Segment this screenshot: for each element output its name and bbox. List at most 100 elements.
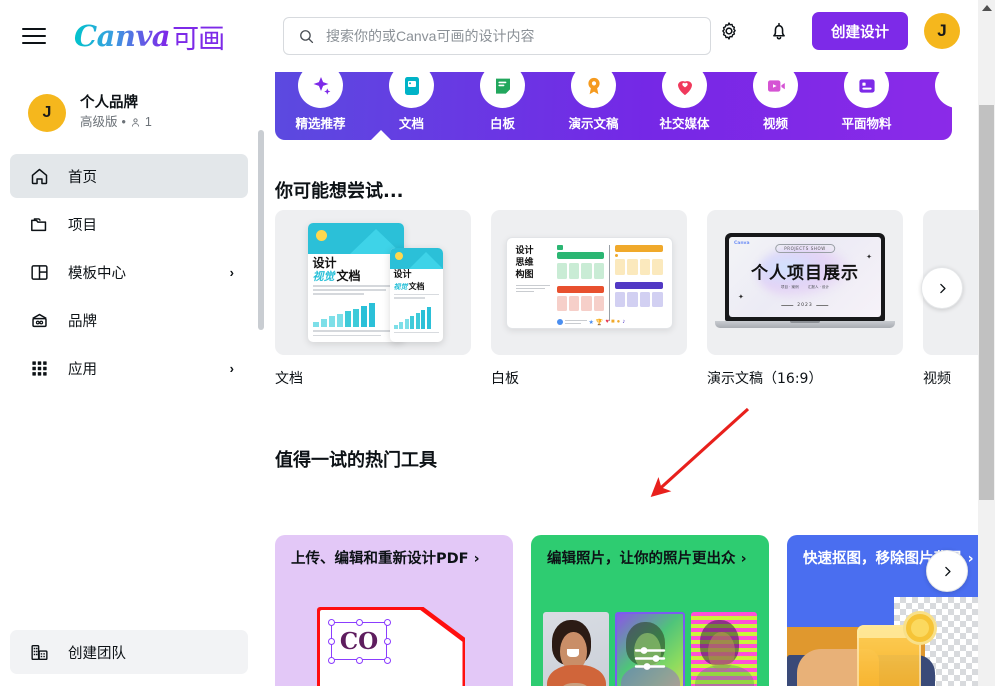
team-building-icon xyxy=(28,641,50,663)
sidebar-item-apps[interactable]: 应用 › xyxy=(10,346,248,390)
sidebar-item-label: 品牌 xyxy=(68,310,216,331)
tool-card-title: 编辑照片，让你的照片更出众 › xyxy=(547,549,755,570)
category-whiteboard[interactable]: 白板 xyxy=(457,63,548,132)
try-card-label: 演示文稿（16:9） xyxy=(707,368,903,388)
sidebar-footer: 创建团队 xyxy=(0,620,258,686)
pdf-edit-preview: CO xyxy=(317,607,465,686)
brand-icon xyxy=(28,309,50,331)
tools-carousel-next-button[interactable] xyxy=(926,550,968,592)
category-social-media[interactable]: 社交媒体 xyxy=(639,63,730,132)
category-label: 白板 xyxy=(490,113,515,132)
category-document[interactable]: 文档 xyxy=(366,63,457,132)
sidebar-scrollbar-thumb[interactable] xyxy=(258,130,264,330)
scroll-up-arrow-icon[interactable] xyxy=(982,5,992,11)
wb-line1: 设计 xyxy=(516,245,550,257)
doc-preview-title2b: 文档 xyxy=(337,270,361,283)
try-card-presentation[interactable]: Canva PROJECTS SHOW ✦ ✦ 个人项目展示 项目 · 案例 汇… xyxy=(707,210,903,388)
whiteboard-preview-thumb: 设计 思维 构图 xyxy=(491,210,687,355)
brand-chinese: 可画 xyxy=(172,17,224,56)
try-card-document[interactable]: 设计 视觉 文档 xyxy=(275,210,471,388)
person-icon xyxy=(130,117,141,128)
sidebar-nav: 首页 项目 xyxy=(0,150,258,390)
try-card-label: 文档 xyxy=(275,368,471,388)
sidebar: J 个人品牌 高级版 • 1 xyxy=(0,72,258,686)
sidebar-item-home[interactable]: 首页 xyxy=(10,154,248,198)
chevron-right-icon: › xyxy=(968,551,974,567)
gear-icon xyxy=(718,20,740,42)
category-print[interactable]: 平面物料 xyxy=(821,63,912,132)
search-placeholder: 搜索你的或Canva可画的设计内容 xyxy=(326,26,534,46)
folder-icon xyxy=(28,213,50,235)
create-design-button[interactable]: 创建设计 xyxy=(812,12,908,50)
category-video[interactable]: 视频 xyxy=(730,63,821,132)
wb-line3: 构图 xyxy=(516,269,550,281)
pres-year: 2023 xyxy=(797,303,812,308)
category-website[interactable]: 网 xyxy=(912,63,952,132)
try-carousel-next-button[interactable] xyxy=(921,267,963,309)
top-bar: Canva 可画 搜索你的或Canva可画的设计内容 xyxy=(0,0,978,72)
category-label: 社交媒体 xyxy=(659,113,709,132)
chevron-right-icon: › xyxy=(474,551,480,567)
category-presentation[interactable]: 演示文稿 xyxy=(548,63,639,132)
canva-logo[interactable]: Canva 可画 xyxy=(74,17,224,56)
sidebar-item-templates[interactable]: 模板中心 › xyxy=(10,250,248,294)
sidebar-profile[interactable]: J 个人品牌 高级版 • 1 xyxy=(0,72,258,150)
profile-avatar: J xyxy=(28,94,66,132)
pres-pill: PROJECTS SHOW xyxy=(775,244,835,253)
category-label: 演示文稿 xyxy=(568,113,618,132)
sidebar-item-brand[interactable]: 品牌 xyxy=(10,298,248,342)
sidebar-item-label: 应用 xyxy=(68,358,212,379)
tool-card-title: 上传、编辑和重新设计PDF › xyxy=(291,549,499,570)
pres-title: 个人项目展示 xyxy=(751,258,859,283)
top-bar-actions: 创建设计 J xyxy=(712,12,960,50)
tool-title-text: 上传、编辑和重新设计PDF xyxy=(291,551,469,567)
try-card-label: 白板 xyxy=(491,368,687,388)
category-label: 精选推荐 xyxy=(295,113,345,132)
home-icon xyxy=(28,165,50,187)
page-scrollbar-thumb[interactable] xyxy=(979,105,994,500)
adjustments-icon xyxy=(633,644,667,674)
try-card-whiteboard[interactable]: 设计 思维 构图 xyxy=(491,210,687,388)
sidebar-item-projects[interactable]: 项目 xyxy=(10,202,248,246)
category-label: 平面物料 xyxy=(841,113,891,132)
notifications-button[interactable] xyxy=(762,14,796,48)
try-card-label: 视频 xyxy=(923,368,978,388)
chevron-right-icon: › xyxy=(230,265,234,280)
profile-text: 个人品牌 高级版 • 1 xyxy=(80,94,152,131)
chevron-right-icon xyxy=(936,282,949,295)
sidebar-item-label: 创建团队 xyxy=(68,642,234,663)
hamburger-icon[interactable] xyxy=(22,21,52,51)
tools-section-title: 值得一试的热门工具 xyxy=(275,446,437,472)
chevron-right-icon: › xyxy=(741,551,747,567)
apps-grid-icon xyxy=(28,357,50,379)
category-label: 文档 xyxy=(399,113,424,132)
profile-plan: 高级版 xyxy=(80,114,118,132)
search-icon xyxy=(298,28,315,45)
brand-wordmark: Canva xyxy=(74,19,170,53)
profile-separator: • xyxy=(122,114,126,132)
pres-brand: Canva xyxy=(734,241,750,246)
category-featured[interactable]: 精选推荐 xyxy=(275,63,366,132)
wb-line2: 思维 xyxy=(516,257,550,269)
try-cards-row: 设计 视觉 文档 xyxy=(275,210,975,388)
chevron-right-icon xyxy=(941,565,954,578)
try-section-title: 你可能想尝试... xyxy=(275,177,404,203)
chevron-right-icon: › xyxy=(230,361,234,376)
photo-edit-preview xyxy=(543,612,757,686)
canva-home-page: Canva 可画 搜索你的或Canva可画的设计内容 xyxy=(0,0,995,686)
profile-member-count: 1 xyxy=(145,114,152,132)
tool-card-pdf[interactable]: 上传、编辑和重新设计PDF › CO xyxy=(275,535,513,686)
doc-preview-thumb: 设计 视觉 文档 xyxy=(275,210,471,355)
search-input[interactable]: 搜索你的或Canva可画的设计内容 xyxy=(283,17,711,55)
sidebar-item-create-team[interactable]: 创建团队 xyxy=(10,630,248,674)
template-icon xyxy=(28,261,50,283)
category-label: 网 xyxy=(951,113,952,132)
doc-preview-title1: 设计 xyxy=(313,257,399,270)
presentation-preview-thumb: Canva PROJECTS SHOW ✦ ✦ 个人项目展示 项目 · 案例 汇… xyxy=(707,210,903,355)
tool-card-photo-edit[interactable]: 编辑照片，让你的照片更出众 › xyxy=(531,535,769,686)
selected-category-notch xyxy=(370,130,392,140)
user-avatar[interactable]: J xyxy=(924,13,960,49)
bg-remove-preview xyxy=(787,597,978,686)
sidebar-item-label: 项目 xyxy=(68,214,216,235)
settings-button[interactable] xyxy=(712,14,746,48)
